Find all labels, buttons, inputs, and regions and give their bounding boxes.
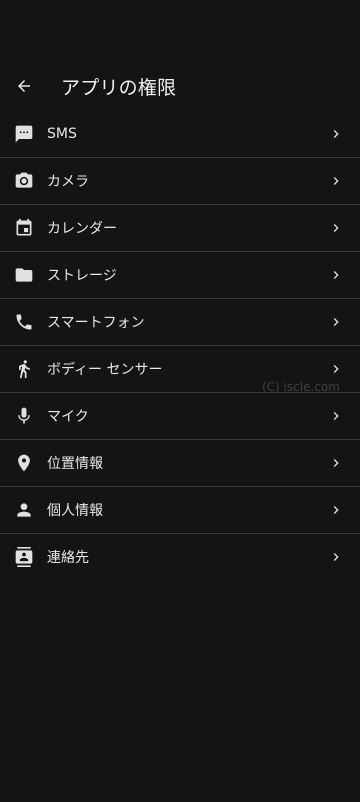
permission-item-phone[interactable]: スマートフォン	[0, 299, 360, 346]
page-title: アプリの権限	[61, 76, 177, 99]
chevron-right-icon	[328, 220, 344, 236]
chevron-right-icon	[328, 267, 344, 283]
location-pin-icon	[12, 451, 36, 475]
walking-icon	[12, 357, 36, 381]
chevron-right-icon	[328, 126, 344, 142]
permission-label: カレンダー	[47, 221, 117, 237]
contacts-icon	[12, 545, 36, 569]
permission-label: ストレージ	[47, 268, 117, 284]
permission-label: スマートフォン	[47, 315, 145, 331]
permission-label: 位置情報	[47, 456, 103, 472]
permission-label: SMS	[47, 126, 77, 142]
permission-item-calendar[interactable]: カレンダー	[0, 205, 360, 252]
chevron-right-icon	[328, 173, 344, 189]
sms-icon	[12, 122, 36, 146]
permission-item-camera[interactable]: カメラ	[0, 158, 360, 205]
chevron-right-icon	[328, 455, 344, 471]
permission-item-personal-info[interactable]: 個人情報	[0, 487, 360, 534]
watermark: (C) iscle.com	[262, 380, 340, 394]
permission-item-storage[interactable]: ストレージ	[0, 252, 360, 299]
permission-label: 個人情報	[47, 503, 103, 519]
permission-item-contacts[interactable]: 連絡先	[0, 534, 360, 580]
permission-list: SMS カメラ カレンダー ストレージ スマートフォン ボディー センサー マイ…	[0, 111, 360, 580]
camera-icon	[12, 169, 36, 193]
permission-item-location[interactable]: 位置情報	[0, 440, 360, 487]
microphone-icon	[12, 404, 36, 428]
permission-label: カメラ	[47, 174, 89, 190]
chevron-right-icon	[328, 408, 344, 424]
chevron-right-icon	[328, 361, 344, 377]
folder-icon	[12, 263, 36, 287]
chevron-right-icon	[328, 502, 344, 518]
top-app-bar: アプリの権限	[0, 62, 360, 110]
permission-item-microphone[interactable]: マイク	[0, 393, 360, 440]
phone-icon	[12, 310, 36, 334]
chevron-right-icon	[328, 314, 344, 330]
person-icon	[12, 498, 36, 522]
calendar-icon	[12, 216, 36, 240]
arrow-back-icon	[18, 80, 30, 92]
permission-label: 連絡先	[47, 550, 89, 566]
permission-label: マイク	[47, 409, 89, 425]
permission-label: ボディー センサー	[47, 362, 163, 378]
permission-item-sms[interactable]: SMS	[0, 111, 360, 158]
chevron-right-icon	[328, 549, 344, 565]
back-button[interactable]	[12, 74, 36, 98]
